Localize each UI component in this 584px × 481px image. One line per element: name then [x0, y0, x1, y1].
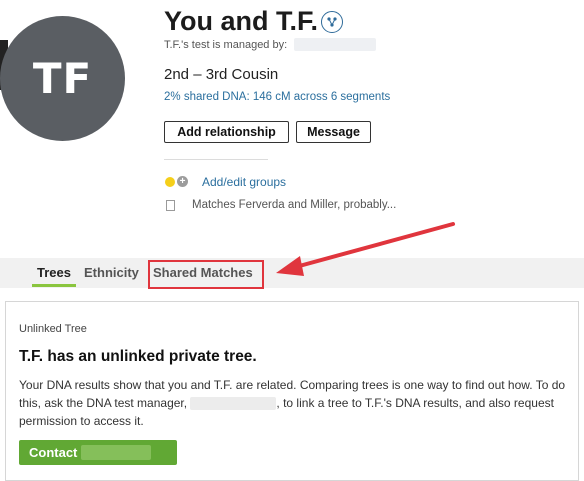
- contact-button-label: Contact: [29, 445, 78, 460]
- tab-trees[interactable]: Trees: [37, 265, 71, 280]
- relationship-estimate: 2nd – 3rd Cousin: [164, 66, 279, 83]
- active-tab-indicator: [32, 284, 76, 287]
- group-color-dot: [165, 177, 175, 187]
- tab-ethnicity[interactable]: Ethnicity: [84, 265, 139, 280]
- shared-dna-link[interactable]: 2% shared DNA: 146 cM across 6 segments: [164, 91, 390, 103]
- managed-by-text: T.F.'s test is managed by:: [164, 39, 288, 51]
- redacted-contact-name: [81, 445, 152, 460]
- red-arrow-icon: [276, 222, 455, 276]
- avatar-initials: TF: [32, 54, 93, 103]
- dna-icon[interactable]: [321, 11, 343, 33]
- add-relationship-button[interactable]: Add relationship: [164, 121, 289, 143]
- card-body: Your DNA results show that you and T.F. …: [19, 376, 571, 430]
- note-icon: [166, 200, 175, 211]
- plus-circle-icon[interactable]: +: [177, 176, 188, 187]
- contact-button[interactable]: Contact: [19, 440, 177, 465]
- avatar: TF: [0, 16, 125, 141]
- message-button[interactable]: Message: [296, 121, 371, 143]
- add-edit-groups-link[interactable]: Add/edit groups: [202, 175, 286, 189]
- card-label: Unlinked Tree: [19, 323, 87, 335]
- match-note[interactable]: Matches Ferverda and Miller, probably...: [192, 199, 396, 211]
- annotation-highlight-box: [148, 260, 264, 289]
- redacted-manager-name-inline: [190, 397, 277, 411]
- divider: [164, 159, 268, 160]
- page-title: You and T.F.: [164, 6, 318, 36]
- redacted-manager-name: [294, 38, 376, 51]
- card-heading: T.F. has an unlinked private tree.: [19, 348, 257, 365]
